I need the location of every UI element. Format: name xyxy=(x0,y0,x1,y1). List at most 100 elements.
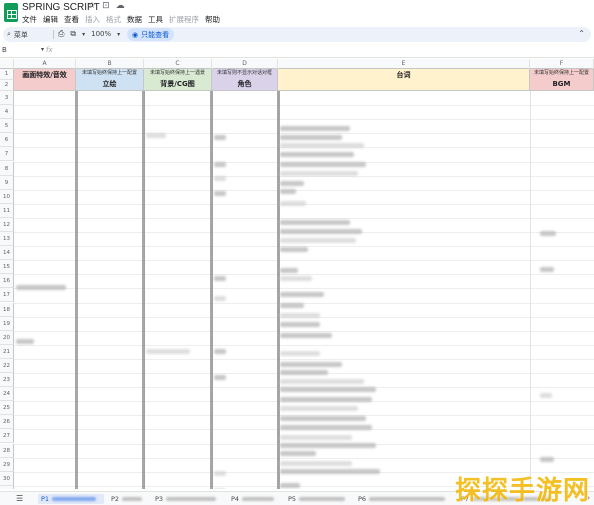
cell-text-redacted xyxy=(280,351,320,356)
select-all-corner[interactable] xyxy=(0,59,14,69)
menu-search[interactable]: ⌕ 菜单 xyxy=(7,29,28,40)
row-header[interactable]: 19 xyxy=(0,316,14,331)
column-header-e[interactable]: E xyxy=(278,59,530,69)
row-header[interactable]: 5 xyxy=(0,119,14,134)
name-box[interactable]: B ▾ xyxy=(2,46,44,56)
grid-line xyxy=(14,217,594,219)
print-icon[interactable]: ⎙ xyxy=(58,29,64,39)
chevron-down-icon[interactable]: ▾ xyxy=(117,31,120,38)
column-header-f[interactable]: F xyxy=(530,59,594,69)
cell-text-redacted xyxy=(280,362,342,367)
cell-text-redacted xyxy=(280,143,364,148)
row-header[interactable]: 3 xyxy=(0,91,14,106)
row-header[interactable]: 10 xyxy=(0,189,14,204)
sheet-tab-p5[interactable]: P5 xyxy=(285,494,351,504)
row-header[interactable]: 14 xyxy=(0,246,14,261)
menu-extensions[interactable]: 扩展程序 xyxy=(169,14,199,25)
row-header[interactable]: 22 xyxy=(0,358,14,373)
spreadsheet-grid[interactable]: A B C D E F 画面特效/音效 未填写始终保持上一配置 立绘 未填写始终… xyxy=(0,59,594,489)
all-sheets-icon[interactable]: ☰ xyxy=(16,494,23,503)
sheet-tab-p3[interactable]: P3 xyxy=(152,494,222,504)
chevron-down-icon[interactable]: ▾ xyxy=(82,31,85,38)
row-header[interactable]: 21 xyxy=(0,344,14,359)
menu-search-label: 菜单 xyxy=(13,30,28,39)
menu-insert[interactable]: 插入 xyxy=(85,14,100,25)
header-cell-background[interactable]: 未填写始终保持上一遇景 背景/CG图 xyxy=(144,69,212,91)
header-cell-bgm[interactable]: 未填写始终保持上一配置 BGM xyxy=(530,69,594,91)
cell-text-redacted xyxy=(280,370,328,375)
row-header[interactable]: 24 xyxy=(0,387,14,402)
row-header[interactable]: 18 xyxy=(0,302,14,317)
header-label-effects: 画面特效/音效 xyxy=(22,71,67,79)
row-header[interactable]: 16 xyxy=(0,274,14,289)
header-note-bgm: 未填写始终保持上一配置 xyxy=(533,70,589,76)
row-header[interactable]: 25 xyxy=(0,401,14,416)
row-header[interactable]: 28 xyxy=(0,443,14,458)
column-header-c[interactable]: C xyxy=(144,59,212,69)
row-header[interactable]: 9 xyxy=(0,175,14,190)
cell-text-redacted xyxy=(280,379,364,384)
menu-file[interactable]: 文件 xyxy=(22,14,37,25)
cell-text-redacted xyxy=(214,176,226,181)
toolbar-divider xyxy=(53,30,54,39)
row-header[interactable]: 4 xyxy=(0,105,14,120)
star-icon[interactable]: ☆ xyxy=(88,1,96,11)
column-header-a[interactable]: A xyxy=(14,59,76,69)
header-cell-character[interactable]: 未填写则不显示对话对框 角色 xyxy=(212,69,278,91)
row-header[interactable]: 20 xyxy=(0,330,14,345)
cell-text-redacted xyxy=(540,231,556,236)
grid-line xyxy=(14,260,594,262)
fx-label: fx xyxy=(46,46,53,54)
cell-text-redacted xyxy=(280,229,362,234)
header-cell-dialogue[interactable]: 台词 xyxy=(278,69,530,91)
row-header[interactable]: 29 xyxy=(0,457,14,472)
row-header[interactable]: 13 xyxy=(0,232,14,247)
header-cell-portrait[interactable]: 未填写始终保持上一配置 立绘 xyxy=(76,69,144,91)
sheet-tab-p2[interactable]: P2 xyxy=(108,494,144,504)
formula-bar: B ▾ fx xyxy=(0,44,594,58)
row-header[interactable]: 1 xyxy=(0,69,14,80)
row-header[interactable]: 15 xyxy=(0,260,14,275)
row-header[interactable]: 26 xyxy=(0,415,14,430)
row-header[interactable]: 2 xyxy=(0,80,14,91)
cell-text-redacted xyxy=(280,292,324,297)
row-header[interactable]: 17 xyxy=(0,288,14,303)
move-folder-icon[interactable]: ⊡ xyxy=(102,1,110,11)
sheets-logo-icon[interactable] xyxy=(4,3,18,22)
cell-text-redacted xyxy=(280,333,332,338)
row-header[interactable]: 23 xyxy=(0,373,14,388)
menu-edit[interactable]: 编辑 xyxy=(43,14,58,25)
cloud-status-icon[interactable]: ☁ xyxy=(116,1,125,11)
sheet-tab-p6[interactable]: P6 xyxy=(355,494,451,504)
sheet-tab-p4[interactable]: P4 xyxy=(228,494,278,504)
cell-text-redacted xyxy=(280,483,300,488)
view-only-button[interactable]: ◉ 只能查看 xyxy=(127,28,175,41)
grid-line xyxy=(14,344,594,346)
collapse-toolbar-icon[interactable]: ⌃ xyxy=(578,29,585,38)
cell-text-redacted xyxy=(280,181,304,186)
cell-text-redacted xyxy=(214,191,226,196)
row-header[interactable]: 31 xyxy=(0,485,14,489)
column-header-d[interactable]: D xyxy=(212,59,278,69)
menu-format[interactable]: 格式 xyxy=(106,14,121,25)
menu-help[interactable]: 帮助 xyxy=(205,14,220,25)
row-header[interactable]: 27 xyxy=(0,429,14,444)
cell-text-redacted xyxy=(280,435,352,440)
header-cell-effects[interactable]: 画面特效/音效 xyxy=(14,69,76,91)
view-only-label: 只能查看 xyxy=(141,30,170,39)
row-header[interactable]: 6 xyxy=(0,133,14,148)
row-header[interactable]: 7 xyxy=(0,147,14,162)
grid-line xyxy=(14,105,594,107)
sheet-tab-p1[interactable]: P1 xyxy=(38,494,104,504)
menu-view[interactable]: 查看 xyxy=(64,14,79,25)
menu-tools[interactable]: 工具 xyxy=(148,14,163,25)
copy-format-icon[interactable]: ⧉ xyxy=(70,29,76,39)
row-header[interactable]: 11 xyxy=(0,203,14,218)
menu-data[interactable]: 数据 xyxy=(127,14,142,25)
row-header[interactable]: 12 xyxy=(0,217,14,232)
row-header[interactable]: 8 xyxy=(0,161,14,176)
row-header[interactable]: 30 xyxy=(0,471,14,486)
zoom-select[interactable]: 100% xyxy=(91,30,111,38)
column-header-b[interactable]: B xyxy=(76,59,144,69)
chevron-down-icon[interactable]: ▾ xyxy=(41,46,44,53)
